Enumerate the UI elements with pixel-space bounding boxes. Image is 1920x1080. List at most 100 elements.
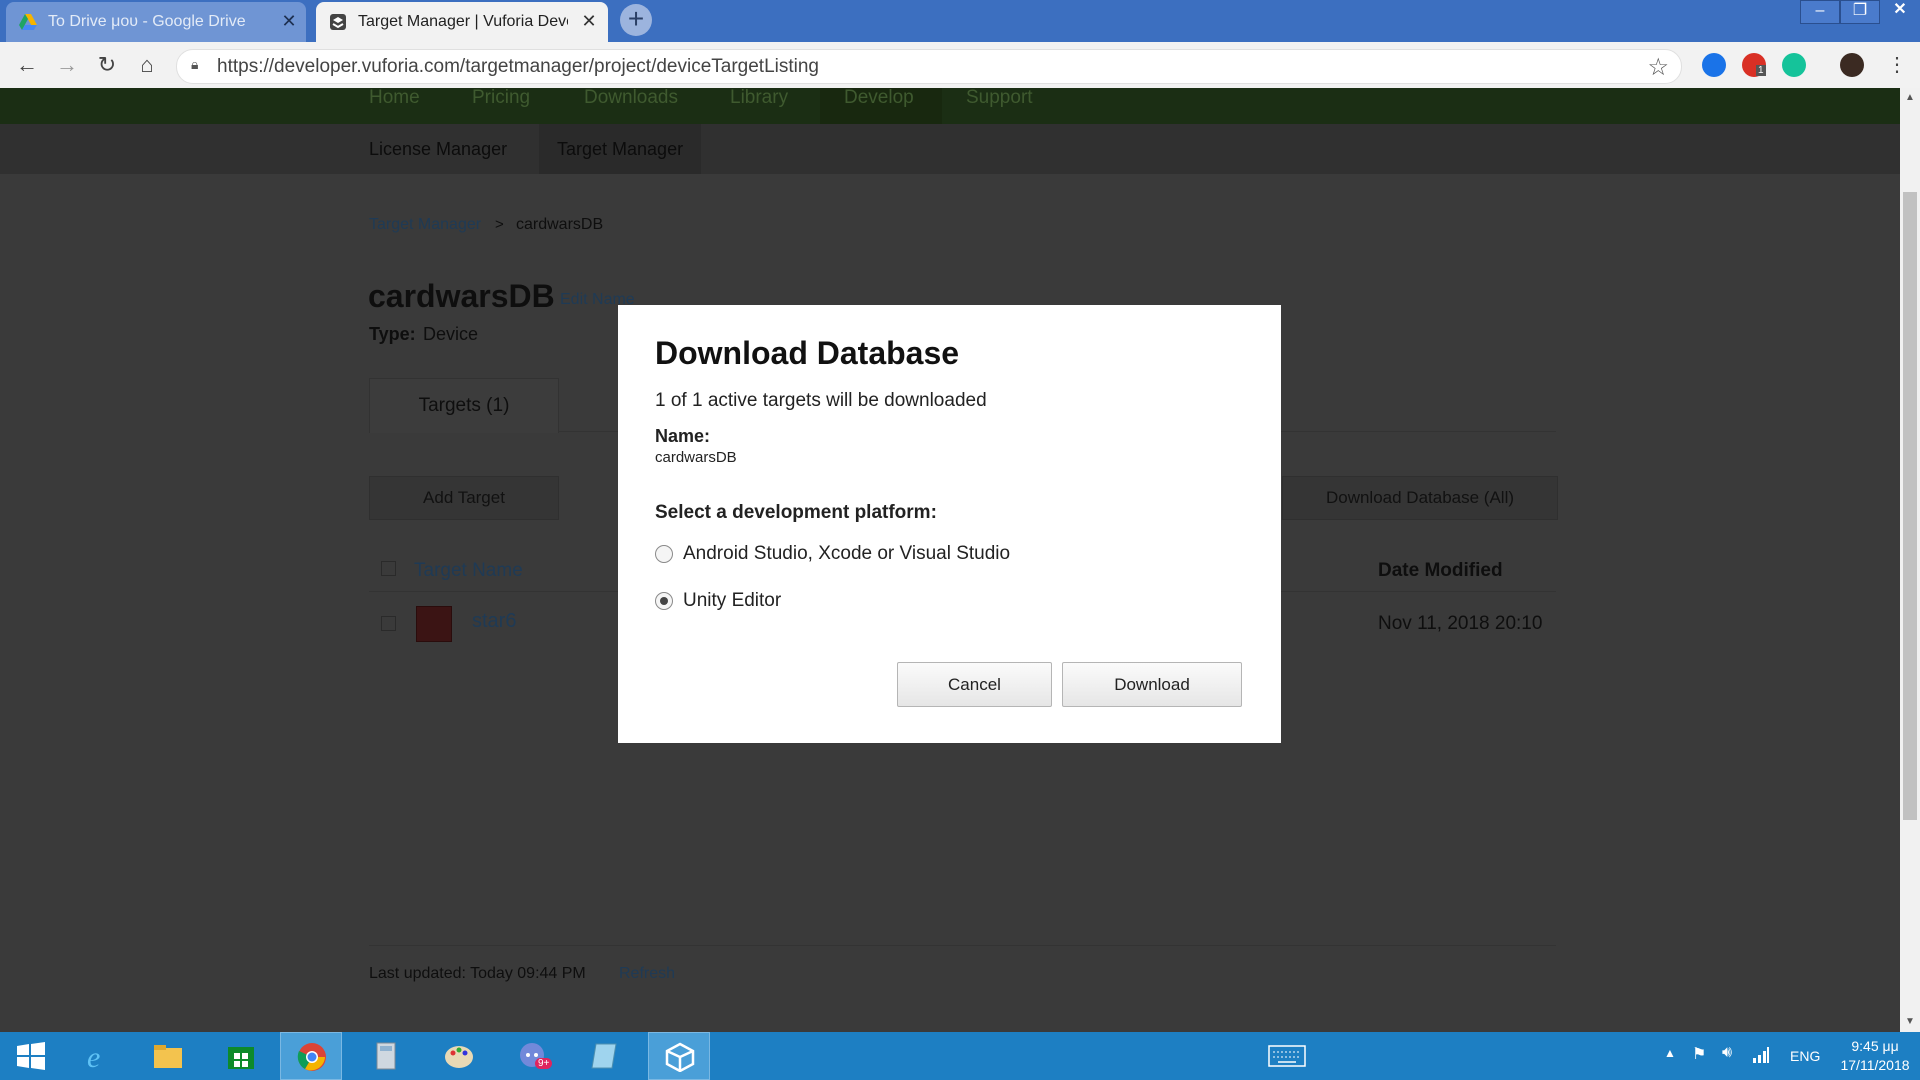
last-updated-text: Last updated: Today 09:44 PM [369,965,586,982]
back-arrow-icon[interactable]: ← [12,50,42,80]
refresh-link[interactable]: Refresh [619,965,675,983]
download-button[interactable]: Download [1062,662,1242,707]
volume-icon[interactable]: 🔊︎ [1722,1044,1732,1062]
clock-time[interactable]: 9:45 μμ [1830,1038,1920,1054]
tab-title: Target Manager | Vuforia Develop [358,13,568,30]
tab-close-icon[interactable]: ✕ [278,10,300,32]
taskbar-notepad[interactable] [573,1032,635,1080]
browser-toolbar: ← → ↻ ⌂ 🔒︎ https://developer.vuforia.com… [0,42,1920,88]
site-sub-nav: License Manager Target Manager [0,124,1900,174]
windows-logo-icon [17,1042,45,1070]
download-database-dialog: Download Database 1 of 1 active targets … [618,305,1281,743]
scroll-down-arrow-icon[interactable]: ▼ [1900,1012,1920,1032]
tab-title: To Drive μου - Google Drive [48,13,246,30]
store-icon [228,1047,254,1069]
target-thumbnail [416,606,452,642]
grammarly-icon[interactable] [1782,53,1806,77]
radio-label-android-studio[interactable]: Android Studio, Xcode or Visual Studio [683,543,1010,565]
page-scrollbar[interactable]: ▲ ▼ [1900,88,1920,1032]
address-bar[interactable]: 🔒︎ https://developer.vuforia.com/targetm… [176,49,1682,84]
taskbar-unity[interactable] [648,1032,710,1080]
tab-close-icon[interactable]: ✕ [578,10,600,32]
nav-pricing[interactable]: Pricing [472,88,530,108]
cancel-button[interactable]: Cancel [897,662,1052,707]
mail-extension-icon[interactable] [1702,53,1726,77]
nav-downloads[interactable]: Downloads [584,88,678,108]
tab-google-drive[interactable]: To Drive μου - Google Drive ✕ [6,2,306,42]
nav-library[interactable]: Library [730,88,788,108]
radio-unity-editor[interactable] [655,592,673,610]
nav-home[interactable]: Home [369,88,420,108]
add-target-button[interactable]: Add Target [369,476,559,520]
menu-dots-icon[interactable]: ⋮ [1882,50,1912,80]
breadcrumb-current: cardwarsDB [516,216,604,233]
dialog-info-text: 1 of 1 active targets will be downloaded [655,390,987,411]
target-name-link[interactable]: star6 [472,610,516,633]
nav-support[interactable]: Support [966,88,1033,108]
reload-icon[interactable]: ↻ [92,50,122,80]
vuforia-icon [330,14,346,30]
scroll-up-arrow-icon[interactable]: ▲ [1900,88,1920,108]
action-center-flag-icon[interactable]: ⚑ [1692,1044,1706,1064]
scrollbar-thumb[interactable] [1903,192,1917,820]
subnav-license-manager[interactable]: License Manager [369,124,507,174]
url-text: https://developer.vuforia.com/targetmana… [217,56,819,77]
select-all-checkbox[interactable] [381,561,396,576]
taskbar-internet-explorer[interactable]: e [68,1032,130,1080]
profile-avatar-icon[interactable] [1840,53,1864,77]
breadcrumb-link[interactable]: Target Manager [369,216,481,234]
tray-overflow-icon[interactable]: ▲ [1664,1046,1676,1060]
name-label: Name: [655,426,711,446]
restore-button[interactable]: ❐ [1840,0,1880,24]
platform-label: Select a development platform: [655,502,937,523]
radio-android-studio[interactable] [655,545,673,563]
taskbar-chrome[interactable] [280,1032,342,1080]
divider [369,945,1556,946]
subnav-target-manager[interactable]: Target Manager [539,124,702,174]
taskbar-store[interactable] [210,1032,272,1080]
svg-text:e: e [87,1041,100,1071]
site-top-nav: Home Pricing Downloads Library Develop S… [0,88,1900,124]
browser-tab-strip: To Drive μου - Google Drive ✕ Target Man… [0,0,1920,42]
type-value: Device [423,324,479,344]
folder-icon [154,1045,182,1068]
internet-explorer-icon: e [87,1041,100,1071]
google-drive-icon [19,14,37,30]
discord-badge: 9+ [535,1058,553,1069]
windows-taskbar: e 9+ ▲ ⚑ 🔊︎ ENG 9:45 μμ 17/11/2018 [0,1032,1920,1080]
taskbar-file-explorer[interactable] [137,1032,199,1080]
adblock-badge: 1 [1756,65,1766,76]
start-button[interactable] [0,1032,62,1080]
forward-arrow-icon[interactable]: → [52,50,82,80]
adblock-icon[interactable]: 1 [1742,53,1766,77]
home-icon[interactable]: ⌂ [132,50,162,80]
touch-keyboard-icon[interactable] [1268,1045,1306,1067]
taskbar-paint[interactable] [428,1032,490,1080]
dialog-title: Download Database [655,335,960,371]
download-all-button[interactable]: Download Database (All) [1282,476,1558,520]
network-signal-icon[interactable] [1752,1046,1770,1064]
page-title: cardwarsDB [368,278,555,314]
lock-icon: 🔒︎ [191,56,199,72]
tab-vuforia[interactable]: Target Manager | Vuforia Develop ✕ [316,2,608,42]
calculator-icon [376,1042,396,1070]
type-label: Type: [369,324,416,344]
minimize-button[interactable]: – [1800,0,1840,24]
tab-targets[interactable]: Targets (1) [369,378,559,433]
name-value: cardwarsDB [655,449,737,466]
language-indicator[interactable]: ENG [1790,1048,1820,1064]
chrome-icon [297,1043,326,1071]
taskbar-discord[interactable]: 9+ [503,1032,565,1080]
column-header-target-name[interactable]: Target Name [414,560,523,582]
bookmark-star-icon[interactable]: ☆ [1647,53,1669,82]
unity-logo-icon [665,1042,695,1072]
column-header-date-modified[interactable]: Date Modified [1378,560,1503,582]
clock-date[interactable]: 17/11/2018 [1830,1057,1920,1073]
taskbar-calculator[interactable] [355,1032,417,1080]
nav-develop[interactable]: Develop [844,88,914,108]
radio-label-unity-editor[interactable]: Unity Editor [683,590,781,612]
paint-palette-icon [445,1046,473,1068]
row-checkbox[interactable] [381,616,396,631]
close-window-button[interactable]: ✕ [1880,0,1920,22]
new-tab-button[interactable]: + [620,4,652,36]
